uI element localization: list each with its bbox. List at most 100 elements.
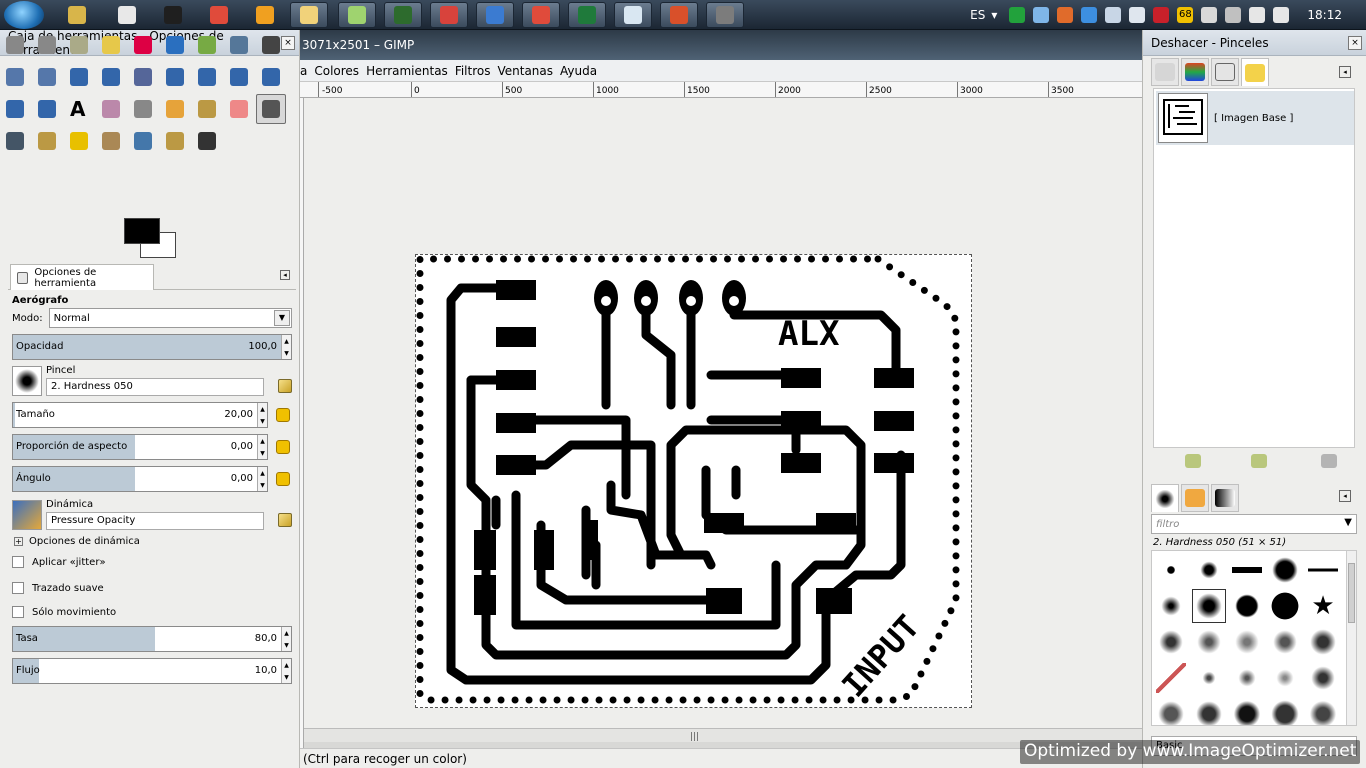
brush-cell[interactable] (1306, 697, 1340, 725)
brush-cell[interactable] (1154, 553, 1188, 587)
airbrush-tool[interactable] (256, 94, 286, 124)
zoom-tool[interactable] (0, 62, 30, 92)
heal-tool[interactable] (64, 126, 94, 156)
jitter-checkbox[interactable]: Aplicar «jitter» (12, 556, 106, 568)
brush-cell[interactable] (1192, 697, 1226, 725)
language-indicator[interactable]: ES (970, 8, 985, 22)
motion-box[interactable] (12, 606, 24, 618)
angle-slider[interactable]: Ángulo 0,00 ▲ ▼ (12, 466, 268, 492)
tab-gradients[interactable] (1211, 484, 1239, 512)
brush-cell[interactable] (1306, 661, 1340, 695)
brush-cell[interactable] (1268, 697, 1302, 725)
smudge-tool[interactable] (160, 126, 190, 156)
flow-slider[interactable]: Flujo 10,0 ▲ ▼ (12, 658, 292, 684)
brush-filter-input[interactable]: filtro ▼ (1151, 514, 1357, 534)
dynamics-field[interactable]: Pressure Opacity (46, 512, 264, 530)
tab-channels[interactable] (1181, 58, 1209, 86)
tab-undo-history[interactable] (1241, 58, 1269, 86)
brush-field[interactable]: 2. Hardness 050 (46, 378, 264, 396)
rect-select-tool[interactable] (0, 30, 30, 60)
tab-menu-icon[interactable]: ◂ (280, 270, 290, 280)
move-tool[interactable] (64, 62, 94, 92)
brush-cell[interactable] (1192, 589, 1226, 623)
measure-tool[interactable] (32, 62, 62, 92)
tab-paths[interactable] (1211, 58, 1239, 86)
foreground-select-tool[interactable] (192, 30, 222, 60)
brush-preview[interactable] (12, 366, 42, 396)
device-icon[interactable] (1225, 7, 1242, 23)
menu-windows[interactable]: Ventanas (497, 64, 553, 78)
eraser-tool[interactable] (224, 94, 254, 124)
brush-cell[interactable] (1268, 553, 1302, 587)
dynamics-options-expander[interactable]: + Opciones de dinámica (14, 536, 140, 547)
brush-cell[interactable] (1268, 589, 1302, 623)
gimp-taskbar-button[interactable] (706, 2, 744, 28)
fuzzy-select-tool[interactable] (96, 30, 126, 60)
motion-checkbox[interactable]: Sólo movimiento (12, 606, 116, 618)
brush-cell[interactable] (1268, 625, 1302, 659)
brush-cell[interactable] (1192, 661, 1226, 695)
color-picker-tool[interactable] (256, 30, 286, 60)
brush-cell[interactable] (1268, 661, 1302, 695)
pcb-image[interactable]: ALX INPUT (415, 254, 972, 708)
tab-tool-options[interactable]: Opciones de herramienta (10, 264, 154, 290)
cloud-icon[interactable] (1033, 7, 1050, 23)
bucket-fill-tool[interactable] (96, 94, 126, 124)
brush-cell[interactable] (1230, 553, 1264, 587)
scroll-grip-icon[interactable]: ||| (690, 732, 699, 742)
shear-tool[interactable] (224, 62, 254, 92)
onedrive-icon[interactable] (1105, 7, 1122, 23)
panel-menu-icon[interactable]: ◂ (1339, 66, 1351, 78)
cage-tool[interactable] (32, 94, 62, 124)
perspective-tool[interactable] (256, 62, 286, 92)
horizontal-ruler[interactable]: -500 0 500 1000 1500 2000 2500 3000 3500 (300, 82, 1142, 98)
chevron-down-icon[interactable]: ▼ (1344, 517, 1352, 528)
redo-step-icon[interactable] (1251, 454, 1267, 468)
scale-tool[interactable] (192, 62, 222, 92)
scissors-tool[interactable] (160, 30, 190, 60)
explorer-taskbar-button[interactable] (290, 2, 328, 28)
tab-layers[interactable] (1151, 58, 1179, 86)
mcafee-icon[interactable] (1153, 7, 1170, 23)
app-blue-taskbar-button[interactable] (476, 2, 514, 28)
powerpoint-taskbar-button[interactable] (660, 2, 698, 28)
menu-image[interactable]: a (300, 64, 307, 78)
size-spinner[interactable]: ▲ ▼ (257, 403, 267, 427)
mode-select[interactable]: Normal ▼ (48, 308, 292, 328)
brush-grid-scroll-thumb[interactable] (1348, 563, 1355, 623)
size-slider[interactable]: Tamaño 20,00 ▲ ▼ (12, 402, 268, 428)
brush-cell[interactable] (1192, 625, 1226, 659)
reset-size-icon[interactable] (276, 408, 290, 422)
brush-cell[interactable] (1306, 553, 1340, 587)
expand-icon[interactable]: + (14, 537, 23, 546)
brush-panel-menu-icon[interactable]: ◂ (1339, 490, 1351, 502)
paintbrush-tool[interactable] (192, 94, 222, 124)
align-tool[interactable] (96, 62, 126, 92)
jitter-box[interactable] (12, 556, 24, 568)
brush-cell[interactable] (1230, 661, 1264, 695)
close-icon[interactable]: × (1348, 36, 1362, 50)
flow-spinner[interactable]: ▲ ▼ (281, 659, 291, 683)
ink-tool[interactable] (0, 126, 30, 156)
edit-icon[interactable] (278, 379, 292, 393)
tab-brushes[interactable] (1151, 484, 1179, 512)
edit-dynamics-icon[interactable] (278, 513, 292, 527)
media-taskbar-button[interactable] (246, 2, 284, 28)
app-2-taskbar-button[interactable] (108, 2, 146, 28)
chevron-down-icon[interactable]: ▼ (274, 310, 290, 326)
tab-patterns[interactable] (1181, 484, 1209, 512)
tray-expand-icon[interactable]: ▾ (991, 8, 997, 22)
aspect-slider[interactable]: Proporción de aspecto 0,00 ▲ ▼ (12, 434, 268, 460)
flip-tool[interactable] (0, 94, 30, 124)
app-3-taskbar-button[interactable] (154, 2, 192, 28)
brush-cell[interactable] (1154, 661, 1188, 695)
brush-cell[interactable] (1230, 589, 1264, 623)
menu-help[interactable]: Ayuda (560, 64, 597, 78)
dropbox-icon[interactable] (1081, 7, 1098, 23)
clock[interactable]: 18:12 (1307, 8, 1342, 22)
excel-taskbar-button[interactable] (568, 2, 606, 28)
reset-aspect-icon[interactable] (276, 440, 290, 454)
menu-filters[interactable]: Filtros (455, 64, 491, 78)
lasso-tool[interactable] (64, 30, 94, 60)
brush-cell[interactable] (1306, 625, 1340, 659)
